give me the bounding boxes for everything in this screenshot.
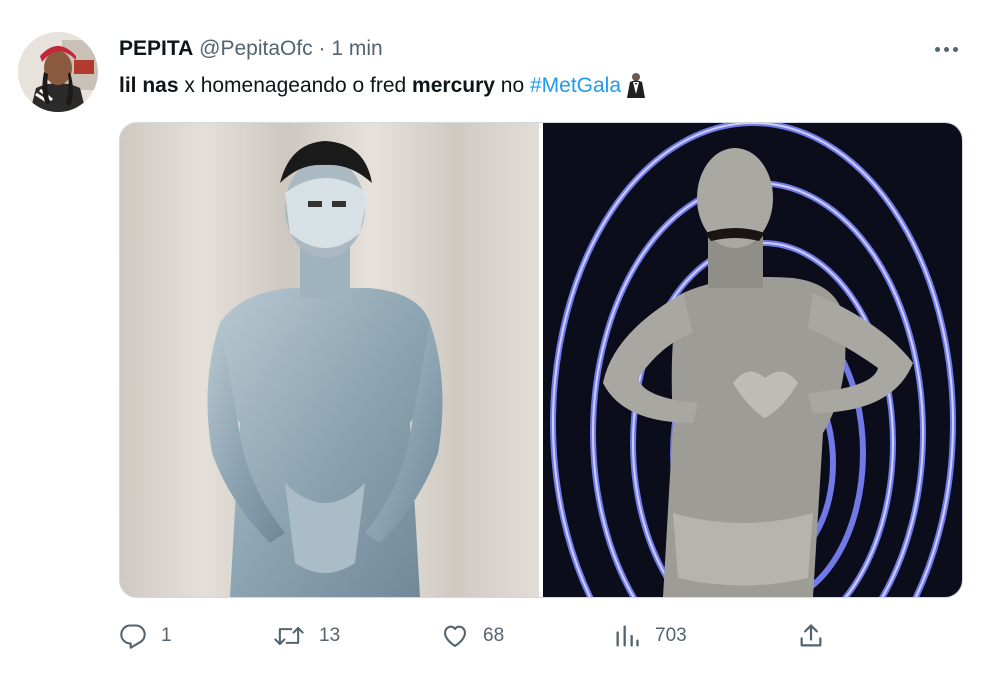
author-name[interactable]: PEPITA [119, 37, 193, 60]
text-plain: x homenageando o fred [178, 74, 413, 97]
share-button[interactable] [797, 618, 825, 654]
text-plain-no: no [494, 74, 530, 97]
text-bold-mercury: mercury [412, 74, 495, 97]
tweet-actions: 1 13 68 703 [119, 618, 961, 654]
analytics-icon [616, 625, 639, 647]
lil-nas-x-photo-image [120, 123, 539, 597]
heart-icon [444, 625, 466, 647]
share-icon [800, 624, 822, 647]
media-photo-right[interactable] [543, 123, 962, 597]
avatar-image [18, 32, 98, 112]
media-photo-left[interactable] [120, 123, 539, 597]
retweet-count: 13 [319, 625, 341, 646]
like-button[interactable]: 68 [441, 618, 504, 654]
hashtag-link[interactable]: #MetGala [530, 74, 621, 97]
views-count: 703 [655, 625, 687, 646]
tweet-media[interactable] [119, 122, 963, 598]
reply-button[interactable]: 1 [119, 618, 172, 654]
more-dot-icon [952, 46, 958, 52]
more-options-button[interactable] [930, 36, 962, 62]
retweet-icon [274, 626, 304, 646]
avatar[interactable] [18, 32, 98, 112]
tweet: PEPITA @PepitaOfc · 1 min lil nas x home… [0, 0, 984, 695]
tweet-time[interactable]: 1 min [331, 37, 382, 60]
reply-icon [120, 624, 146, 649]
silver-bodypaint-photo-image [543, 123, 962, 597]
reply-count: 1 [161, 625, 172, 646]
tuxedo-icon [625, 72, 647, 106]
like-count: 68 [483, 625, 505, 646]
retweet-button[interactable]: 13 [273, 618, 340, 654]
text-bold-lil-nas: lil nas [119, 74, 179, 97]
author-handle[interactable]: @PepitaOfc [199, 37, 313, 60]
tweet-text: lil nas x homenageando o fred mercury no… [119, 72, 647, 106]
more-dot-icon [934, 46, 940, 52]
views-button[interactable]: 703 [613, 618, 687, 654]
more-dot-icon [943, 46, 949, 52]
tweet-header: PEPITA @PepitaOfc · 1 min [119, 36, 383, 62]
separator: · [318, 37, 326, 60]
